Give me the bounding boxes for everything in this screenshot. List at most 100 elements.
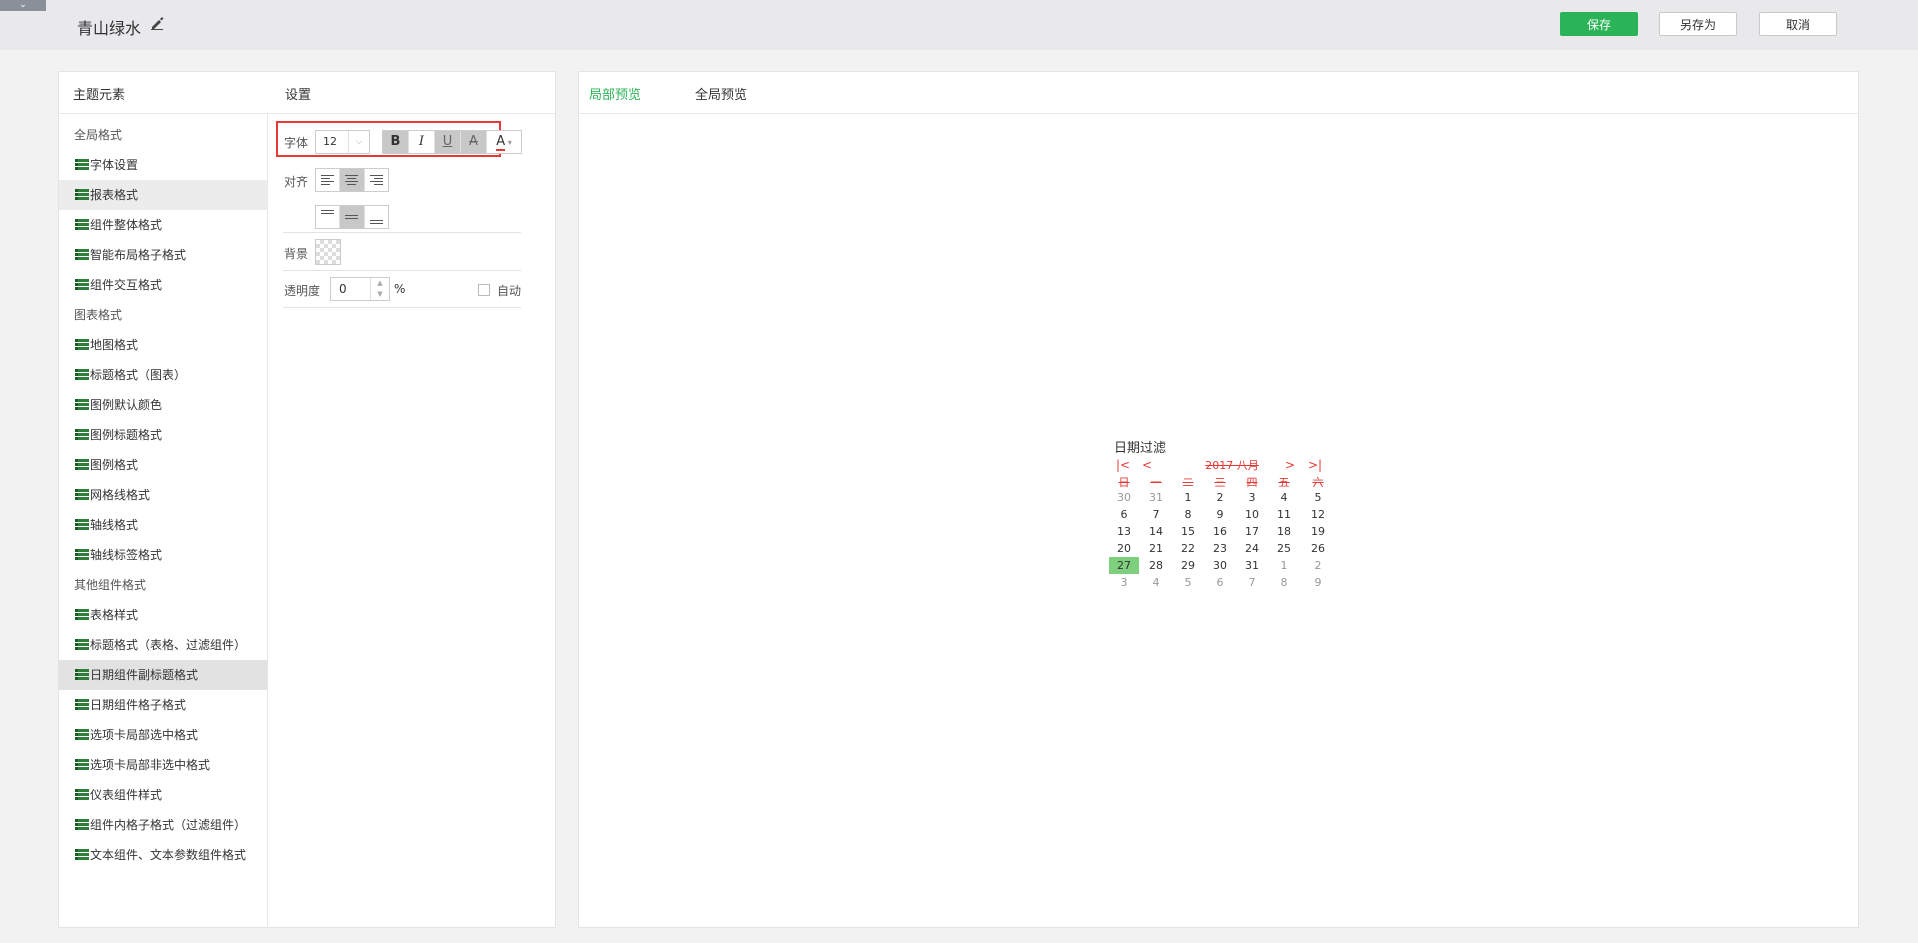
first-month-icon[interactable]: |< <box>1116 458 1130 472</box>
calendar-day[interactable]: 1 <box>1173 489 1203 506</box>
calendar-day[interactable]: 17 <box>1237 523 1267 540</box>
calendar-day[interactable]: 30 <box>1109 489 1139 506</box>
calendar-day[interactable]: 13 <box>1109 523 1139 540</box>
calendar-day[interactable]: 1 <box>1269 557 1299 574</box>
tree-group[interactable]: 其他组件格式 <box>59 570 267 600</box>
tree-item[interactable]: 报表格式 <box>59 180 267 210</box>
opacity-value: 0 <box>339 282 347 296</box>
align-bottom-icon[interactable] <box>365 206 388 228</box>
calendar-day[interactable]: 31 <box>1237 557 1267 574</box>
calendar-day[interactable]: 6 <box>1205 574 1235 591</box>
table-icon <box>75 279 89 291</box>
calendar-day[interactable]: 11 <box>1269 506 1299 523</box>
tree-item[interactable]: 表格样式 <box>59 600 267 630</box>
tree-group[interactable]: 图表格式 <box>59 300 267 330</box>
tree-item[interactable]: 文本组件、文本参数组件格式 <box>59 840 267 870</box>
calendar-day[interactable]: 7 <box>1141 506 1171 523</box>
align-center-icon[interactable] <box>340 169 365 191</box>
collapse-toggle-icon[interactable]: ⌄ <box>0 0 46 11</box>
tree-item[interactable]: 标题格式（表格、过滤组件） <box>59 630 267 660</box>
calendar-day[interactable]: 26 <box>1303 540 1333 557</box>
tree-item[interactable]: 轴线格式 <box>59 510 267 540</box>
calendar-day[interactable]: 22 <box>1173 540 1203 557</box>
tree-item[interactable]: 仪表组件样式 <box>59 780 267 810</box>
calendar-day[interactable]: 6 <box>1109 506 1139 523</box>
font-color-button[interactable]: A ▾ <box>487 131 521 153</box>
table-icon <box>75 489 89 501</box>
tree-item[interactable]: 选项卡局部非选中格式 <box>59 750 267 780</box>
tree-item[interactable]: 标题格式（图表） <box>59 360 267 390</box>
calendar-day[interactable]: 8 <box>1269 574 1299 591</box>
tree-item[interactable]: 组件整体格式 <box>59 210 267 240</box>
tree-item[interactable]: 图例格式 <box>59 450 267 480</box>
tree-item[interactable]: 网格线格式 <box>59 480 267 510</box>
calendar-day[interactable]: 2 <box>1205 489 1235 506</box>
align-top-icon[interactable] <box>316 206 341 228</box>
calendar-day[interactable]: 15 <box>1173 523 1203 540</box>
calendar-day[interactable]: 14 <box>1141 523 1171 540</box>
tree-item[interactable]: 组件内格子格式（过滤组件） <box>59 810 267 840</box>
opacity-input[interactable]: 0 ▲ ▼ <box>330 277 390 301</box>
calendar-day[interactable]: 9 <box>1303 574 1333 591</box>
tree-item[interactable]: 地图格式 <box>59 330 267 360</box>
calendar-day[interactable]: 4 <box>1141 574 1171 591</box>
align-right-icon[interactable] <box>365 169 388 191</box>
calendar-day[interactable]: 28 <box>1141 557 1171 574</box>
chevron-down-icon[interactable]: ⌵ <box>348 131 369 153</box>
save-button[interactable]: 保存 <box>1560 12 1638 36</box>
calendar-day[interactable]: 30 <box>1205 557 1235 574</box>
calendar-day[interactable]: 16 <box>1205 523 1235 540</box>
next-month-icon[interactable]: > <box>1285 458 1295 472</box>
calendar-day[interactable]: 3 <box>1109 574 1139 591</box>
calendar-day[interactable]: 7 <box>1237 574 1267 591</box>
save-as-button[interactable]: 另存为 <box>1659 12 1737 36</box>
calendar-day[interactable]: 4 <box>1269 489 1299 506</box>
tab-local-preview[interactable]: 局部预览 <box>589 84 641 103</box>
tree-item[interactable]: 日期组件副标题格式 <box>59 660 267 690</box>
opacity-stepper[interactable]: ▲ ▼ <box>370 278 389 300</box>
align-left-icon[interactable] <box>316 169 341 191</box>
cancel-button[interactable]: 取消 <box>1759 12 1837 36</box>
calendar-day[interactable]: 2 <box>1303 557 1333 574</box>
calendar-day[interactable]: 18 <box>1269 523 1299 540</box>
tree-item[interactable]: 轴线标签格式 <box>59 540 267 570</box>
auto-checkbox[interactable] <box>478 284 490 296</box>
tree-item[interactable]: 字体设置 <box>59 150 267 180</box>
background-color-picker[interactable] <box>315 239 341 265</box>
prev-month-icon[interactable]: < <box>1142 458 1152 472</box>
calendar-day[interactable]: 25 <box>1269 540 1299 557</box>
underline-button[interactable]: U <box>435 131 461 153</box>
calendar-day[interactable]: 5 <box>1173 574 1203 591</box>
align-middle-icon[interactable] <box>340 206 365 228</box>
calendar-day[interactable]: 27 <box>1109 557 1139 574</box>
italic-button[interactable]: I <box>409 131 435 153</box>
calendar-day[interactable]: 12 <box>1303 506 1333 523</box>
calendar-day[interactable]: 31 <box>1141 489 1171 506</box>
tree-item[interactable]: 日期组件格子格式 <box>59 690 267 720</box>
tree-item[interactable]: 智能布局格子格式 <box>59 240 267 270</box>
calendar-day[interactable]: 5 <box>1303 489 1333 506</box>
tree-item[interactable]: 组件交互格式 <box>59 270 267 300</box>
tab-global-preview[interactable]: 全局预览 <box>695 84 747 103</box>
calendar-day[interactable]: 24 <box>1237 540 1267 557</box>
font-size-select[interactable]: 12 ⌵ <box>315 130 370 154</box>
strikethrough-button[interactable]: A <box>461 131 487 153</box>
last-month-icon[interactable]: >| <box>1308 458 1322 472</box>
calendar-day[interactable]: 20 <box>1109 540 1139 557</box>
calendar-day[interactable]: 9 <box>1205 506 1235 523</box>
calendar-day[interactable]: 19 <box>1303 523 1333 540</box>
calendar-day[interactable]: 29 <box>1173 557 1203 574</box>
calendar-day[interactable]: 8 <box>1173 506 1203 523</box>
tree-item-label: 全局格式 <box>74 128 123 142</box>
edit-title-icon[interactable] <box>150 16 166 32</box>
calendar-day[interactable]: 23 <box>1205 540 1235 557</box>
bold-button[interactable]: B <box>383 131 409 153</box>
tree-item-label: 仪表组件样式 <box>90 788 163 802</box>
calendar-day[interactable]: 3 <box>1237 489 1267 506</box>
tree-group[interactable]: 全局格式 <box>59 120 267 150</box>
tree-item[interactable]: 图例默认颜色 <box>59 390 267 420</box>
tree-item[interactable]: 图例标题格式 <box>59 420 267 450</box>
calendar-day[interactable]: 21 <box>1141 540 1171 557</box>
calendar-day[interactable]: 10 <box>1237 506 1267 523</box>
tree-item[interactable]: 选项卡局部选中格式 <box>59 720 267 750</box>
